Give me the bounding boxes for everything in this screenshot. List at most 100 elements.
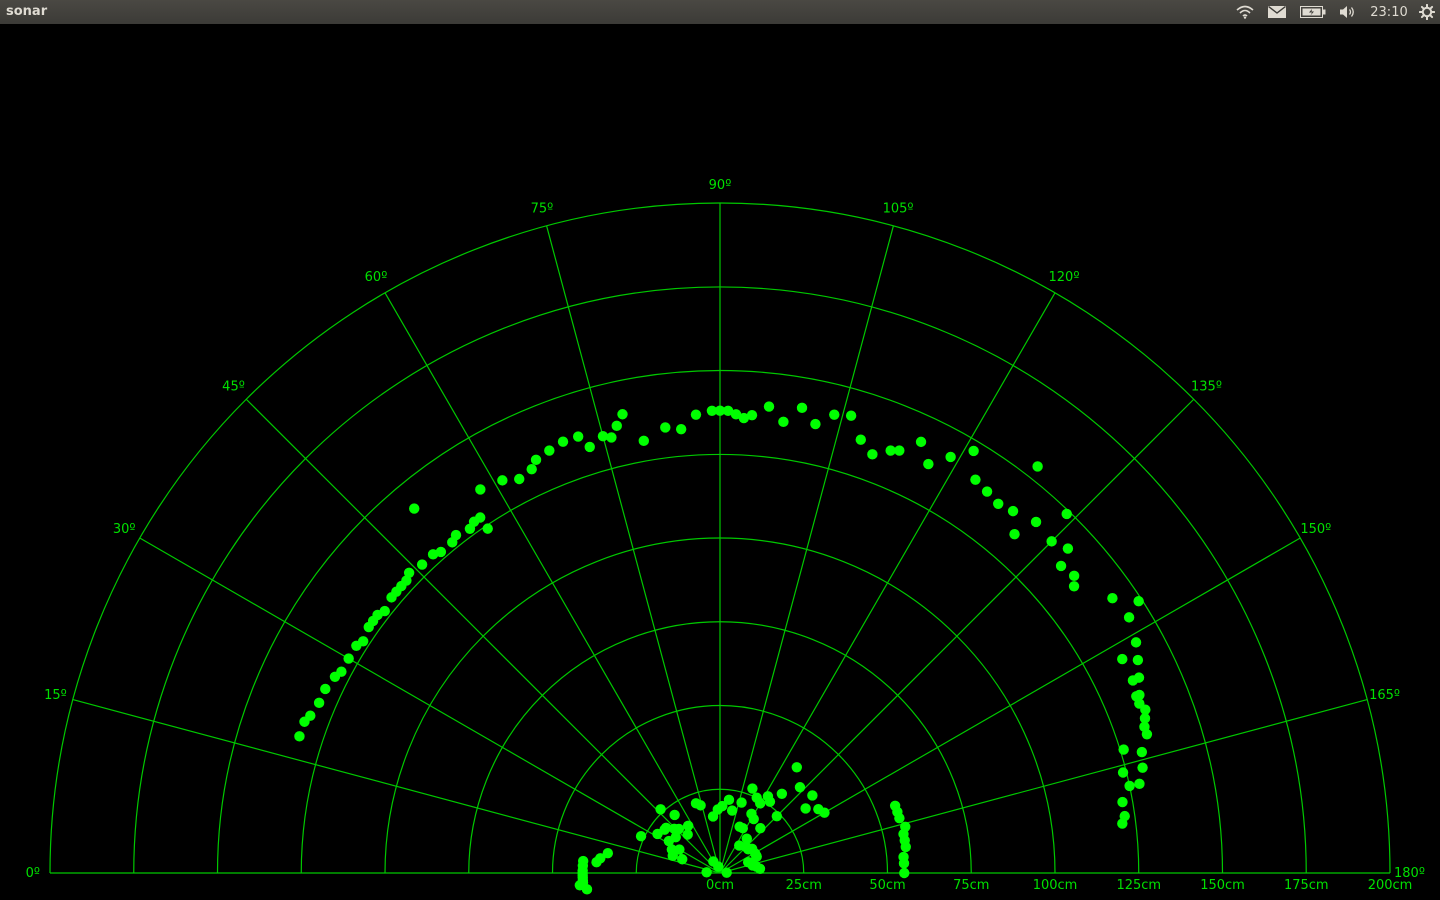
sonar-blip — [794, 782, 806, 793]
sonar-blip — [313, 697, 325, 709]
sonar-blip — [829, 409, 840, 420]
angle-spoke — [72, 699, 721, 874]
battery-icon[interactable] — [1296, 0, 1330, 24]
sonar-blip — [670, 831, 681, 843]
radar-grid — [49, 202, 1391, 874]
system-tray: 23:10 — [1220, 0, 1440, 24]
sonar-blip — [736, 797, 747, 808]
sonar-blip — [721, 867, 732, 878]
angle-spoke — [384, 292, 721, 874]
sonar-blip — [482, 523, 493, 534]
sonar-blip — [1119, 810, 1130, 822]
angle-label: 120º — [1049, 270, 1080, 285]
sonar-blip — [1140, 704, 1151, 715]
sonar-blip — [1055, 560, 1067, 572]
sonar-blip — [746, 808, 757, 820]
sonar-blip — [1117, 767, 1129, 778]
sonar-blip — [572, 431, 584, 442]
sonar-blip — [810, 418, 821, 430]
sonar-blip — [690, 798, 702, 809]
angle-labels: 0º 15º 30º 45º 60º 75º 90º 105º 120º 135º 150º 165º… — [26, 178, 1425, 881]
sonar-blip — [682, 829, 693, 840]
sonar-blip — [617, 409, 628, 420]
range-label: 0cm — [706, 878, 734, 893]
sonar-blip — [1123, 612, 1135, 623]
range-label: 125cm — [1116, 878, 1161, 893]
sonar-blip — [970, 474, 981, 485]
sonar-blip — [855, 434, 866, 445]
sonar-blip — [1141, 729, 1153, 740]
sonar-blip — [807, 790, 818, 801]
angle-label: 0º — [26, 866, 40, 881]
sonar-blip — [294, 731, 305, 742]
sonar-blip — [813, 803, 824, 815]
sonar-blip — [1130, 637, 1142, 648]
wifi-icon[interactable] — [1232, 0, 1258, 24]
angle-spoke — [719, 292, 1056, 874]
sonar-blip — [776, 788, 788, 800]
sonar-blip — [526, 463, 537, 475]
mail-icon[interactable] — [1264, 0, 1290, 24]
sonar-blip — [1061, 508, 1072, 520]
sonar-blip — [1137, 762, 1148, 773]
sonar-blip — [584, 441, 595, 453]
sonar-blip — [659, 824, 670, 835]
sonar-blip — [763, 401, 775, 412]
angle-label: 135º — [1191, 380, 1222, 395]
range-label: 150cm — [1200, 878, 1245, 893]
sonar-blip — [320, 683, 331, 695]
sonar-blip — [894, 445, 905, 456]
sonar-blip — [379, 605, 390, 617]
sonar-blip — [746, 409, 758, 421]
clock[interactable]: 23:10 — [1366, 0, 1412, 24]
sonar-blip — [1032, 461, 1043, 472]
angle-label: 15º — [44, 688, 67, 703]
sonar-blip — [845, 410, 857, 421]
sonar-radar-display: 0º 15º 30º 45º 60º 75º 90º 105º 120º 135º 150º 165º… — [26, 178, 1425, 895]
sonar-blip — [1134, 778, 1145, 790]
sonar-blip — [530, 454, 542, 466]
range-label: 75cm — [953, 878, 989, 893]
sonar-blip — [778, 416, 789, 428]
angle-spoke — [719, 699, 1368, 874]
sonar-blip — [416, 559, 428, 570]
sonar-blip — [475, 512, 486, 523]
angle-spoke — [719, 537, 1301, 874]
sonar-blip — [1133, 672, 1145, 683]
range-label: 100cm — [1033, 878, 1078, 893]
sonar-blip — [945, 451, 956, 463]
top-panel: sonar 23:10 — [0, 0, 1440, 24]
sonar-blip — [475, 484, 486, 495]
sonar-blip — [409, 503, 420, 514]
angle-spoke — [719, 225, 894, 874]
sonar-blips — [294, 401, 1153, 895]
sonar-blip — [1124, 780, 1135, 792]
range-label: 50cm — [869, 878, 905, 893]
volume-icon[interactable] — [1336, 0, 1360, 24]
sonar-blip — [701, 867, 712, 878]
sonar-blip — [915, 436, 927, 448]
sonar-blip — [923, 458, 934, 470]
sonar-blip — [734, 840, 745, 851]
angle-label: 105º — [883, 201, 914, 216]
sonar-blip — [1046, 536, 1057, 547]
sonar-blip — [747, 783, 758, 794]
range-labels: 0cm 25cm 50cm 75cm 100cm 125cm 150cm 175cm 200cm — [706, 878, 1412, 893]
sonar-blip — [1007, 505, 1019, 517]
sonar-blip — [635, 830, 647, 842]
sonar-blip — [305, 710, 316, 721]
angle-label: 165º — [1369, 688, 1400, 703]
sonar-blip — [675, 423, 687, 435]
sonar-blip — [708, 856, 719, 867]
angle-spoke — [139, 537, 721, 874]
sonar-blip — [762, 791, 774, 802]
sonar-blip — [669, 809, 680, 821]
sonar-blip — [755, 822, 766, 834]
sonar-blip — [981, 486, 993, 497]
angle-label: 75º — [531, 201, 554, 216]
range-label: 25cm — [786, 878, 822, 893]
angle-label: 45º — [222, 380, 245, 395]
sonar-blip — [796, 402, 808, 414]
power-icon[interactable] — [1416, 0, 1438, 24]
sonar-blip — [751, 792, 762, 803]
